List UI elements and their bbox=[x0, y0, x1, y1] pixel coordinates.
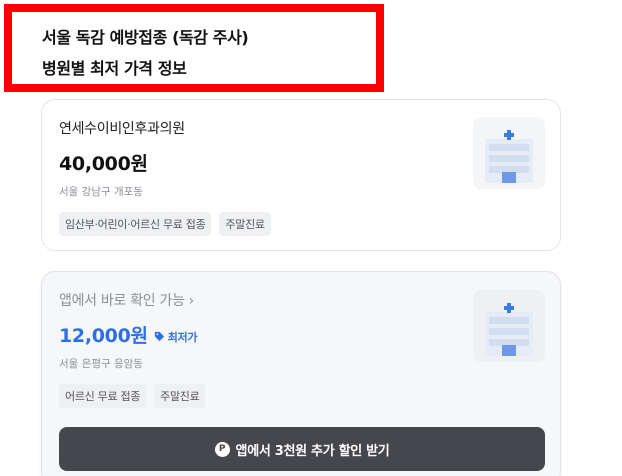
hospital-card[interactable]: 연세수이비인후과의원 40,000원 서울 강남구 개포동 임산부·어린이·어르… bbox=[41, 99, 561, 251]
feature-chip: 임산부·어린이·어르신 무료 접종 bbox=[59, 212, 212, 236]
feature-chips: 임산부·어린이·어르신 무료 접종 주말진료 bbox=[59, 212, 271, 236]
lowest-price-badge: 최저가 bbox=[154, 329, 197, 345]
page: 서울 독감 예방접종 (독감 주사) 병원별 최저 가격 정보 연세수이비인후과… bbox=[0, 0, 622, 476]
hospital-address: 서울 강남구 개포동 bbox=[59, 186, 143, 198]
feature-chip: 어르신 무료 접종 bbox=[59, 384, 147, 408]
lowest-price-label: 최저가 bbox=[167, 330, 198, 344]
feature-chips: 어르신 무료 접종 주말진료 bbox=[59, 384, 206, 408]
app-discount-label: 앱에서 3천원 추가 할인 받기 bbox=[235, 443, 390, 459]
feature-chip: 주말진료 bbox=[154, 384, 206, 408]
hospital-building-icon bbox=[473, 290, 545, 362]
feature-chip: 주말진료 bbox=[219, 212, 271, 236]
page-subtitle: 병원별 최저 가격 정보 bbox=[42, 59, 187, 78]
points-p-icon: P bbox=[214, 441, 230, 457]
app-check-link[interactable]: 앱에서 바로 확인 가능 › bbox=[59, 290, 194, 310]
hospital-building-icon bbox=[473, 117, 545, 189]
promo-hospital-card[interactable]: 앱에서 바로 확인 가능 › 12,000원 최저가 서울 은평구 응암동 어르신 … bbox=[41, 271, 561, 476]
page-title: 서울 독감 예방접종 (독감 주사) bbox=[42, 28, 249, 47]
app-check-label: 앱에서 바로 확인 가능 bbox=[59, 293, 185, 309]
hospital-price: 12,000원 최저가 bbox=[59, 321, 197, 348]
price-tag-icon bbox=[154, 331, 164, 342]
chevron-right-icon: › bbox=[188, 293, 195, 309]
app-discount-button[interactable]: P 앱에서 3천원 추가 할인 받기 bbox=[59, 427, 545, 471]
price-value: 12,000원 bbox=[59, 325, 148, 347]
highlighted-title: 서울 독감 예방접종 (독감 주사) 병원별 최저 가격 정보 bbox=[4, 4, 384, 92]
hospital-name: 연세수이비인후과의원 bbox=[59, 121, 185, 137]
hospital-address: 서울 은평구 응암동 bbox=[59, 358, 143, 370]
hospital-price: 40,000원 bbox=[59, 153, 148, 175]
